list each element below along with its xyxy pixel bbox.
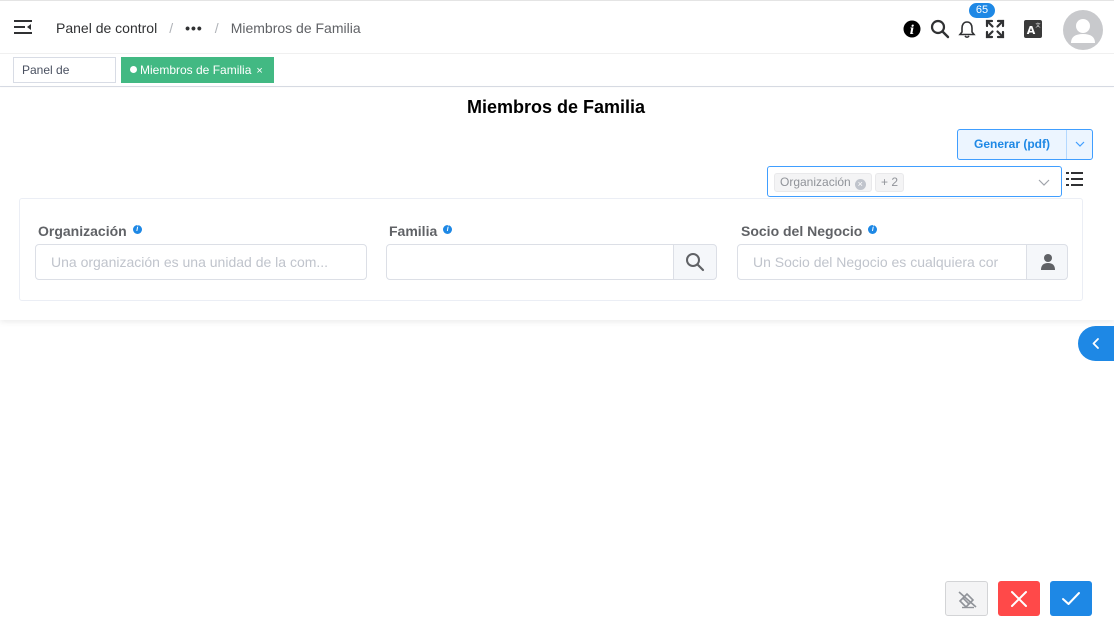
socio-del-negocio-input[interactable]: Un Socio del Negocio es cualquiera cor bbox=[737, 244, 1027, 280]
side-panel-toggle[interactable] bbox=[1078, 326, 1114, 361]
tab-miembros-de-familia[interactable]: Miembros de Familia × bbox=[121, 57, 274, 83]
familia-search-button[interactable] bbox=[673, 244, 717, 280]
filter-fields: Organización i Una organización es una un… bbox=[19, 198, 1083, 301]
familia-input[interactable] bbox=[386, 244, 674, 280]
info-icon[interactable]: i bbox=[868, 225, 878, 234]
info-icon[interactable]: i bbox=[903, 20, 921, 38]
selected-tag-count: + 2 bbox=[875, 173, 905, 192]
generate-format-dropdown[interactable] bbox=[1066, 130, 1092, 159]
menu-collapse-icon[interactable] bbox=[14, 19, 32, 35]
user-avatar-icon bbox=[1071, 19, 1095, 43]
field-label-familia: Familia i bbox=[389, 223, 453, 239]
chevron-down-icon bbox=[1038, 179, 1050, 186]
label-text: Organización bbox=[38, 223, 127, 239]
check-icon bbox=[1062, 592, 1080, 605]
field-label-socio-del-negocio: Socio del Negocio i bbox=[741, 223, 878, 239]
tag-remove-icon[interactable]: × bbox=[854, 179, 866, 190]
chevron-left-icon bbox=[1092, 338, 1099, 349]
info-icon[interactable]: i bbox=[132, 225, 142, 234]
breadcrumb-ellipsis[interactable]: ••• bbox=[185, 20, 203, 36]
notification-count-badge: 65 bbox=[969, 3, 995, 18]
svg-text:文: 文 bbox=[1035, 22, 1040, 29]
generate-pdf-button[interactable]: Generar (pdf) bbox=[958, 130, 1066, 159]
organizacion-input[interactable]: Una organización es una unidad de la com… bbox=[35, 244, 367, 280]
tab-close-icon[interactable]: × bbox=[256, 65, 262, 77]
eraser-hide-icon bbox=[958, 591, 977, 609]
user-icon bbox=[1041, 254, 1055, 270]
list-icon[interactable] bbox=[1066, 171, 1083, 187]
generate-button-group: Generar (pdf) bbox=[957, 129, 1093, 160]
tab-label: Miembros de Familia bbox=[140, 63, 252, 77]
report-panel: Miembros de Familia Generar (pdf) Organi… bbox=[0, 88, 1114, 320]
breadcrumb-separator: / bbox=[214, 20, 219, 36]
svg-text:i: i bbox=[910, 23, 915, 37]
selected-tag: Organización × bbox=[774, 173, 872, 192]
chevron-down-icon bbox=[1075, 141, 1085, 147]
user-avatar[interactable] bbox=[1063, 10, 1103, 50]
language-icon[interactable]: A 文 bbox=[1024, 20, 1042, 38]
active-dot-icon bbox=[130, 66, 137, 73]
label-text: Familia bbox=[389, 223, 438, 239]
tags-view-bar: Panel de control Miembros de Familia × bbox=[0, 54, 1114, 101]
info-icon[interactable]: i bbox=[443, 225, 453, 234]
top-navbar: Panel de control / ••• / Miembros de Fam… bbox=[0, 0, 1114, 54]
search-icon[interactable] bbox=[930, 19, 950, 39]
hide-fields-button[interactable] bbox=[945, 581, 988, 616]
confirm-button[interactable] bbox=[1050, 581, 1092, 616]
tab-panel-de-control[interactable]: Panel de control bbox=[13, 57, 116, 101]
search-icon bbox=[686, 253, 705, 272]
column-selector-select[interactable]: Organización × + 2 bbox=[767, 166, 1062, 197]
field-label-organizacion: Organización i bbox=[38, 223, 142, 239]
label-text: Socio del Negocio bbox=[741, 223, 863, 239]
fullscreen-icon[interactable] bbox=[985, 19, 1005, 39]
socio-del-negocio-lookup-button[interactable] bbox=[1026, 244, 1068, 280]
breadcrumb: Panel de control / ••• / Miembros de Fam… bbox=[56, 20, 361, 36]
svg-text:A: A bbox=[1027, 24, 1036, 37]
page-title: Miembros de Familia bbox=[466, 97, 646, 117]
cancel-button[interactable] bbox=[998, 581, 1040, 616]
close-icon bbox=[1011, 591, 1027, 607]
bell-icon[interactable] bbox=[958, 20, 976, 39]
breadcrumb-item-home[interactable]: Panel de control bbox=[56, 20, 157, 36]
breadcrumb-separator: / bbox=[169, 20, 174, 36]
breadcrumb-item-current: Miembros de Familia bbox=[230, 20, 361, 36]
tag-label: Organización bbox=[780, 175, 851, 189]
